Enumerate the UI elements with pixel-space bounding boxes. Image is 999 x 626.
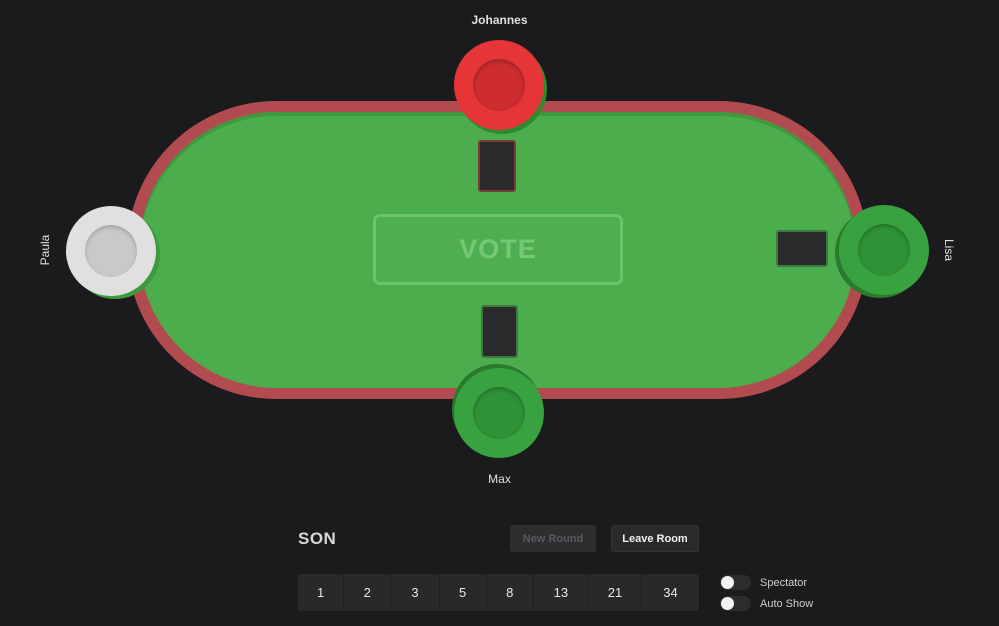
vote-button[interactable]: VOTE <box>373 214 623 285</box>
vote-card[interactable]: 2 <box>344 574 392 611</box>
player-name-paula: Paula <box>38 234 52 266</box>
player-card-johannes <box>478 140 516 192</box>
room-name: SON <box>298 529 337 548</box>
player-card-lisa <box>776 230 828 267</box>
player-card-max <box>481 305 518 358</box>
vote-card[interactable]: 21 <box>589 574 642 611</box>
auto-show-toggle-row: Auto Show <box>720 596 813 611</box>
vote-card[interactable]: 13 <box>534 574 589 611</box>
vote-card[interactable]: 3 <box>391 574 440 611</box>
auto-show-toggle[interactable] <box>720 596 751 611</box>
vote-card[interactable]: 1 <box>298 574 345 611</box>
vote-card[interactable]: 8 <box>487 574 534 611</box>
chip-center <box>85 225 137 277</box>
toggle-knob <box>721 597 734 610</box>
chip-center <box>473 387 525 439</box>
leave-room-button[interactable]: Leave Room <box>611 525 699 552</box>
player-avatar-johannes <box>454 40 544 130</box>
player-avatar-paula <box>66 206 156 296</box>
spectator-label: Spectator <box>760 576 808 589</box>
spectator-toggle-row: Spectator <box>720 575 807 590</box>
player-name-johannes: Johannes <box>471 13 528 27</box>
auto-show-label: Auto Show <box>760 597 814 610</box>
new-round-button[interactable]: New Round <box>510 525 596 552</box>
spectator-toggle[interactable] <box>720 575 751 590</box>
vote-card[interactable]: 5 <box>440 574 487 611</box>
chip-center <box>473 59 525 111</box>
player-name-lisa: Lisa <box>942 238 956 261</box>
vote-card-selector: 1 2 3 5 8 13 21 34 <box>298 574 699 611</box>
vote-card[interactable]: 34 <box>642 574 699 611</box>
player-avatar-lisa <box>839 205 929 295</box>
player-name-max: Max <box>488 472 511 486</box>
toggle-knob <box>721 576 734 589</box>
player-avatar-max <box>454 368 544 458</box>
chip-center <box>858 224 910 276</box>
